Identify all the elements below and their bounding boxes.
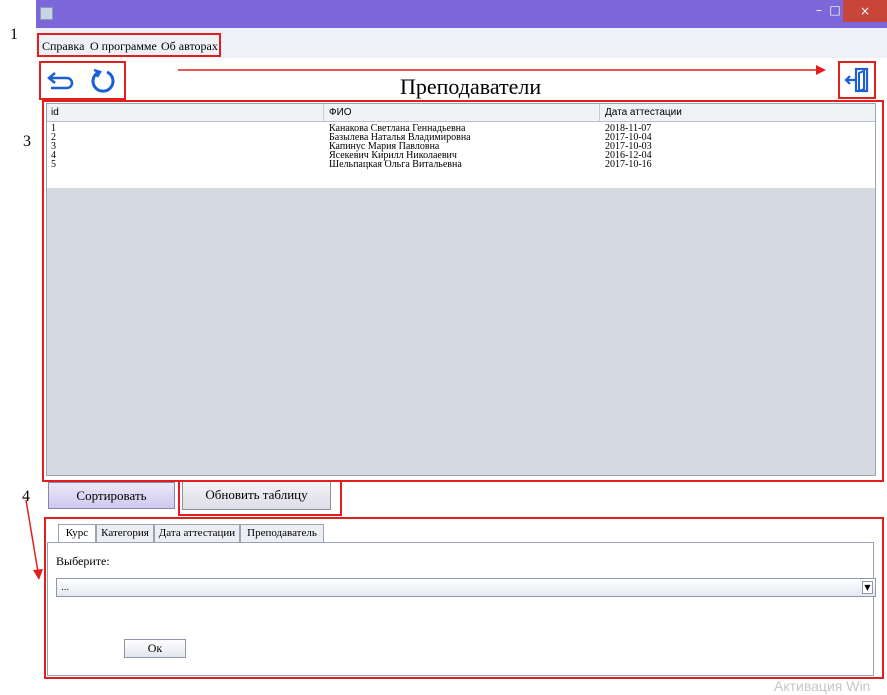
close-icon: × — [859, 4, 871, 18]
arrow-back-icon — [47, 72, 74, 90]
activation-watermark: Активация Win — [774, 678, 871, 694]
refresh-button[interactable] — [88, 66, 118, 96]
annotation-1: 1 — [10, 26, 18, 43]
sort-button[interactable]: Сортировать — [48, 482, 175, 509]
minimize-button[interactable]: – — [812, 0, 826, 22]
java-app-icon — [40, 7, 53, 20]
maximize-button[interactable]: □ — [828, 0, 842, 22]
menu-item-about[interactable]: О программе — [90, 39, 157, 54]
title-bar — [36, 0, 887, 28]
annotation-arrow-4 — [25, 500, 43, 580]
annotation-box-4 — [44, 517, 884, 679]
annotation-3: 3 — [23, 133, 31, 150]
page-title: Преподаватели — [400, 74, 542, 99]
exit-door-icon — [844, 67, 869, 93]
exit-button[interactable] — [843, 65, 873, 95]
menu-item-authors[interactable]: Об авторах — [161, 39, 218, 54]
menu-item-help[interactable]: Справка — [42, 39, 84, 54]
refresh-icon — [91, 68, 115, 93]
annotation-box-5 — [178, 480, 342, 516]
annotation-box-3 — [42, 100, 884, 482]
back-button[interactable] — [45, 66, 75, 96]
